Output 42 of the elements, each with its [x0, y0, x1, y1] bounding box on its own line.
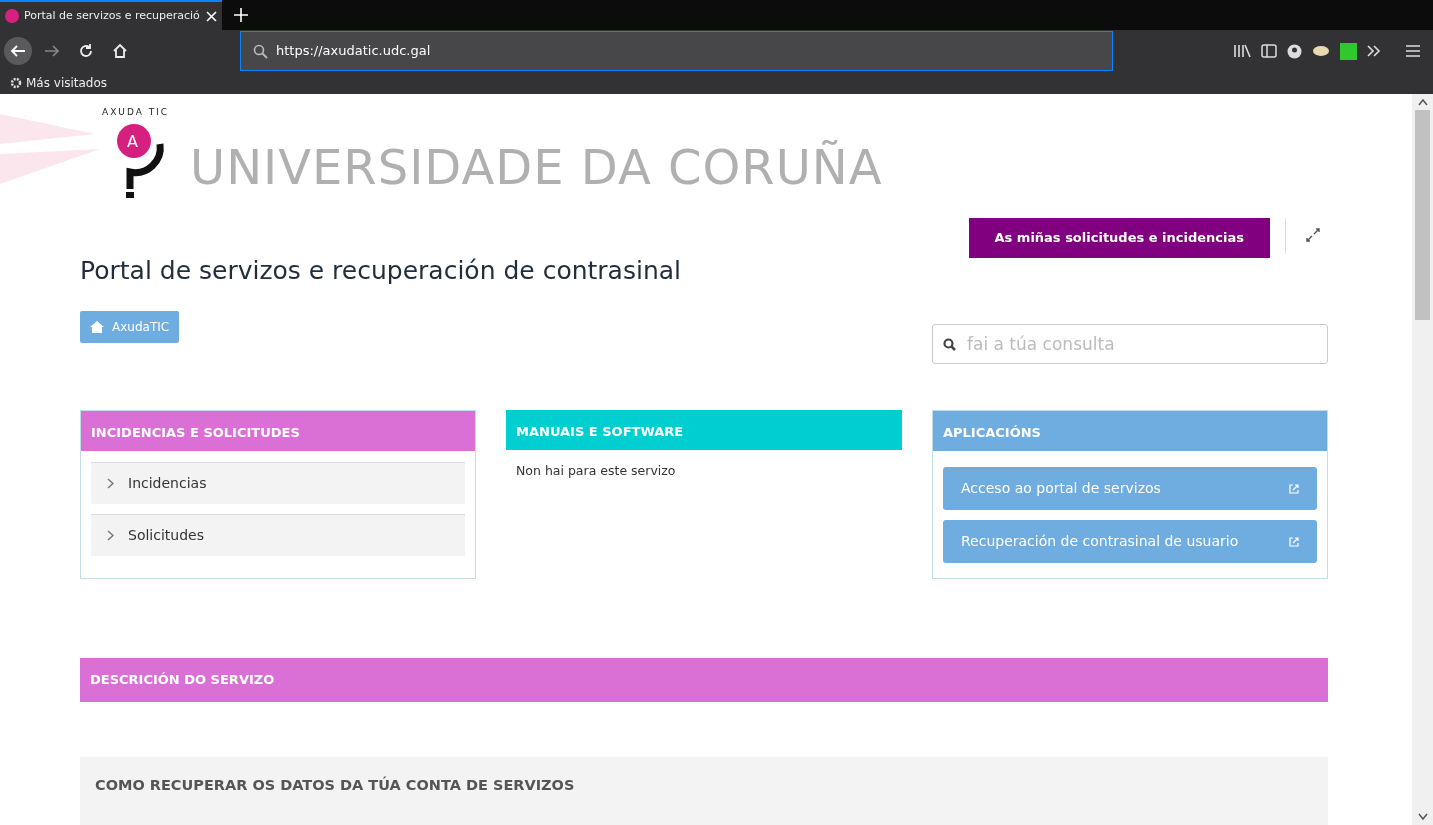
- scrollbar[interactable]: [1412, 94, 1433, 825]
- home-icon: [90, 321, 104, 333]
- new-tab-icon[interactable]: [234, 8, 248, 22]
- external-link-icon: [1289, 483, 1299, 494]
- scroll-down-icon[interactable]: [1417, 813, 1428, 821]
- browser-tab[interactable]: Portal de servizos e recuperació: [0, 0, 222, 30]
- page-title: Portal de servizos e recuperación de contrasinal: [80, 256, 682, 286]
- back-arrow-icon: [10, 43, 26, 59]
- search-icon: [253, 43, 268, 59]
- logo-drawing: AXUDA TIC A: [100, 104, 180, 199]
- scrollbar-thumb[interactable]: [1415, 110, 1430, 320]
- scroll-up-icon[interactable]: [1417, 98, 1428, 106]
- external-link-icon: [1289, 536, 1299, 547]
- panel-header: INCIDENCIAS E SOLICITUDES: [81, 411, 475, 451]
- square-icon[interactable]: [1340, 42, 1357, 60]
- home-icon: [112, 43, 128, 59]
- search-field[interactable]: fai a túa consulta: [932, 324, 1328, 364]
- site-icon: [5, 9, 19, 23]
- panel-header: MANUAIS E SOFTWARE: [506, 410, 902, 450]
- expand-icon[interactable]: [1306, 228, 1320, 242]
- accordion-item[interactable]: Solicitudes: [91, 514, 465, 556]
- my-requests-button[interactable]: As miñas solicitudes e incidencias: [968, 218, 1270, 258]
- empty-message: Non hai para este servizo: [516, 462, 677, 480]
- back-button[interactable]: [4, 37, 32, 65]
- accordion-item[interactable]: Incidencias: [91, 462, 465, 504]
- close-icon[interactable]: [206, 10, 217, 22]
- panel-header: APLICACIÓNS: [933, 411, 1327, 451]
- bookmark-link[interactable]: Más visitados: [26, 74, 108, 92]
- gear-icon: [10, 77, 22, 89]
- url-text: https://axudatic.udc.gal: [276, 42, 431, 61]
- section-heading: COMO RECUPERAR OS DATOS DA TÚA CONTA DE SERVIZOS: [80, 756, 1328, 825]
- chevron-icon: [107, 478, 114, 489]
- library-icon[interactable]: [1233, 43, 1251, 59]
- chevron-icon: [107, 530, 114, 541]
- account-icon[interactable]: [1287, 43, 1302, 59]
- menu-icon[interactable]: [1405, 44, 1421, 58]
- reload-icon: [78, 43, 94, 59]
- overflow-icon[interactable]: [1367, 45, 1381, 57]
- section-header: DESCRICIÓN DO SERVIZO: [80, 658, 1328, 702]
- forward-arrow-icon: [44, 43, 60, 59]
- sidebar-icon[interactable]: [1261, 44, 1277, 58]
- address-bar[interactable]: https://axudatic.udc.gal: [240, 31, 1113, 71]
